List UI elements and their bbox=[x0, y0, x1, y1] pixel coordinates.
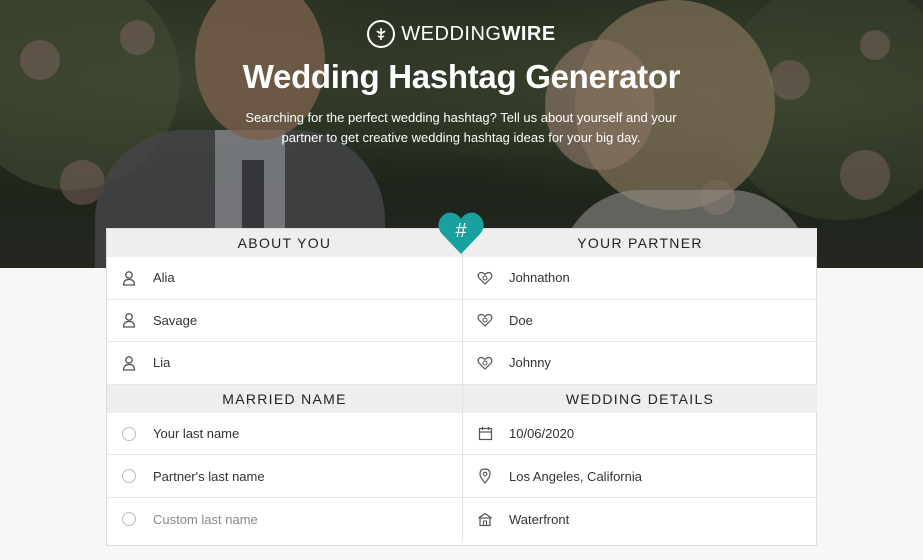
calendar-icon bbox=[475, 424, 495, 444]
your-first-name-field[interactable]: Alia bbox=[107, 257, 462, 300]
option-label: Your last name bbox=[153, 426, 240, 442]
hashtag-form: ABOUT YOU Alia Savage Lia MARRIED NAME Y… bbox=[106, 228, 817, 546]
field-value: Savage bbox=[153, 312, 198, 328]
person-icon bbox=[119, 353, 139, 373]
your-nickname-field[interactable]: Lia bbox=[107, 342, 462, 385]
wedding-date-field[interactable]: 10/06/2020 bbox=[463, 413, 817, 456]
option-label: Partner's last name bbox=[153, 468, 265, 484]
field-value: Doe bbox=[509, 312, 533, 328]
weddingwire-logo[interactable]: WEDDINGWIRE bbox=[0, 20, 923, 48]
field-value: Lia bbox=[153, 355, 171, 371]
your-partner-column: YOUR PARTNER Johnathon Doe Johnny WEDDIN… bbox=[462, 229, 817, 541]
field-value: Johnathon bbox=[509, 270, 570, 286]
radio-button[interactable] bbox=[119, 424, 139, 444]
custom-last-name-input[interactable]: Custom last name bbox=[153, 512, 258, 527]
field-value: Los Angeles, California bbox=[509, 468, 642, 484]
partner-first-name-field[interactable]: Johnathon bbox=[463, 257, 817, 300]
wedding-location-field[interactable]: Los Angeles, California bbox=[463, 455, 817, 498]
wedding-details-heading: WEDDING DETAILS bbox=[463, 384, 817, 413]
field-value: Alia bbox=[153, 270, 175, 286]
page-subtitle: Searching for the perfect wedding hashta… bbox=[245, 110, 677, 145]
your-last-name-field[interactable]: Savage bbox=[107, 300, 462, 343]
location-pin-icon bbox=[475, 466, 495, 486]
married-name-option-yours[interactable]: Your last name bbox=[107, 413, 462, 456]
venue-icon bbox=[475, 509, 495, 529]
married-name-option-custom[interactable]: Custom last name bbox=[107, 498, 462, 541]
page-title: Wedding Hashtag Generator bbox=[242, 58, 681, 95]
heart-ring-icon bbox=[475, 353, 495, 373]
partner-nickname-field[interactable]: Johnny bbox=[463, 342, 817, 385]
person-icon bbox=[119, 310, 139, 330]
married-name-heading: MARRIED NAME bbox=[107, 384, 462, 413]
radio-button[interactable] bbox=[119, 509, 139, 529]
heart-ring-icon bbox=[475, 268, 495, 288]
wedding-venue-field[interactable]: Waterfront bbox=[463, 498, 817, 541]
about-you-heading: ABOUT YOU bbox=[107, 229, 462, 257]
person-icon bbox=[119, 268, 139, 288]
married-name-option-partner[interactable]: Partner's last name bbox=[107, 455, 462, 498]
radio-button[interactable] bbox=[119, 466, 139, 486]
heart-ring-icon bbox=[475, 310, 495, 330]
field-value: Johnny bbox=[509, 355, 551, 371]
your-partner-heading: YOUR PARTNER bbox=[463, 229, 817, 257]
field-value: 10/06/2020 bbox=[509, 426, 575, 442]
hashtag-heart-icon: # bbox=[438, 212, 484, 254]
logo-icon bbox=[367, 20, 396, 48]
field-value: Waterfront bbox=[509, 511, 570, 527]
partner-last-name-field[interactable]: Doe bbox=[463, 300, 817, 343]
brand-name: WEDDINGWIRE bbox=[401, 22, 556, 45]
hashtag-symbol: # bbox=[455, 220, 467, 242]
about-you-column: ABOUT YOU Alia Savage Lia MARRIED NAME Y… bbox=[107, 229, 462, 541]
